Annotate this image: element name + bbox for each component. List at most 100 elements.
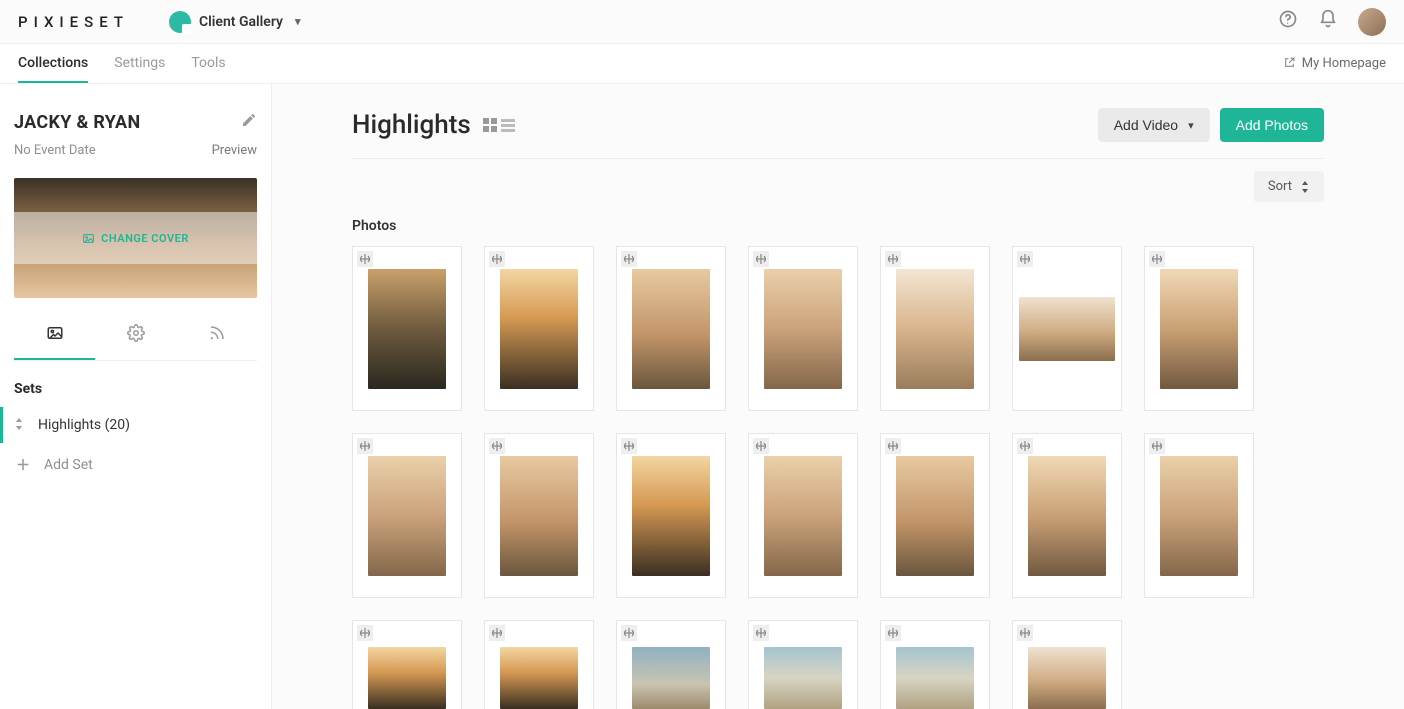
photo-thumbnail[interactable]	[1012, 246, 1122, 411]
photo-thumbnail[interactable]	[1012, 433, 1122, 598]
drag-handle-icon[interactable]	[357, 438, 373, 454]
tab-settings-gear[interactable]	[95, 312, 176, 360]
photo-image	[500, 456, 578, 576]
drag-handle-icon[interactable]	[357, 251, 373, 267]
drag-handle-icon[interactable]	[489, 251, 505, 267]
photo-thumbnail[interactable]	[352, 246, 462, 411]
photo-thumbnail[interactable]	[1144, 246, 1254, 411]
drag-handle-icon[interactable]	[489, 438, 505, 454]
sets-title: Sets	[14, 381, 257, 397]
photo-image	[1019, 297, 1115, 361]
navbar: Collections Settings Tools My Homepage	[0, 44, 1404, 84]
photo-image	[500, 269, 578, 389]
photo-thumbnail[interactable]	[352, 620, 462, 709]
drag-handle-icon[interactable]	[753, 625, 769, 641]
photo-image	[368, 269, 446, 389]
drag-handle-icon[interactable]	[885, 625, 901, 641]
drag-handle-icon[interactable]	[357, 625, 373, 641]
photo-thumbnail[interactable]	[484, 433, 594, 598]
cover-image[interactable]: CHANGE COVER	[14, 178, 257, 298]
photo-thumbnail[interactable]	[880, 433, 990, 598]
tab-photos[interactable]	[14, 312, 95, 360]
grid-view-icon[interactable]	[483, 118, 497, 132]
photo-thumbnail[interactable]	[484, 620, 594, 709]
photo-image	[896, 456, 974, 576]
photo-image	[764, 647, 842, 709]
drag-handle-icon[interactable]	[753, 251, 769, 267]
chevron-down-icon: ▾	[295, 15, 301, 28]
main: JACKY & RYAN No Event Date Preview CHANG…	[0, 84, 1404, 709]
photos-section-label: Photos	[352, 218, 1324, 234]
photo-thumbnail[interactable]	[880, 620, 990, 709]
list-view-icon[interactable]	[501, 118, 515, 132]
sort-button[interactable]: Sort	[1254, 171, 1324, 202]
avatar[interactable]	[1358, 8, 1386, 36]
drag-handle-icon[interactable]	[1017, 625, 1033, 641]
sidebar-header: JACKY & RYAN	[14, 112, 257, 133]
view-toggle	[483, 118, 515, 132]
app-switcher[interactable]: Client Gallery ▾	[169, 11, 300, 33]
add-set-button[interactable]: ＋ Add Set	[14, 443, 257, 487]
head-actions: Add Video ▾ Add Photos	[1098, 108, 1324, 142]
chevron-down-icon: ▾	[1188, 119, 1194, 132]
photo-image	[632, 456, 710, 576]
nav-tab-settings[interactable]: Settings	[114, 45, 165, 83]
drag-handle-icon[interactable]	[1017, 438, 1033, 454]
drag-handle-icon[interactable]	[621, 251, 637, 267]
nav-tab-tools[interactable]: Tools	[191, 45, 225, 83]
set-title-label: Highlights	[352, 110, 471, 140]
photo-image	[1160, 456, 1238, 576]
help-icon[interactable]	[1278, 9, 1298, 34]
photo-image	[764, 456, 842, 576]
preview-link[interactable]: Preview	[212, 143, 257, 158]
tab-feed[interactable]	[176, 312, 257, 360]
drag-handle-icon[interactable]	[1149, 438, 1165, 454]
photo-thumbnail[interactable]	[748, 246, 858, 411]
photo-image	[368, 456, 446, 576]
brand-logo[interactable]: PIXIESET	[18, 13, 129, 31]
drag-handle-icon[interactable]	[885, 438, 901, 454]
drag-handle-icon[interactable]	[621, 625, 637, 641]
change-cover-button[interactable]: CHANGE COVER	[82, 232, 189, 245]
photo-thumbnail[interactable]	[1012, 620, 1122, 709]
app-switcher-label: Client Gallery	[199, 14, 283, 30]
photo-thumbnail[interactable]	[616, 246, 726, 411]
photo-thumbnail[interactable]	[616, 620, 726, 709]
photo-image	[368, 647, 446, 709]
set-title: Highlights	[352, 110, 515, 140]
add-photos-label: Add Photos	[1236, 117, 1308, 133]
content-head: Highlights Add Video ▾ Add Photos	[352, 108, 1324, 159]
pencil-icon[interactable]	[241, 112, 257, 132]
set-item-highlights[interactable]: Highlights (20)	[0, 407, 257, 443]
photo-image	[1028, 647, 1106, 709]
add-video-button[interactable]: Add Video ▾	[1098, 108, 1210, 142]
photo-thumbnail[interactable]	[484, 246, 594, 411]
photo-image	[764, 269, 842, 389]
add-set-label: Add Set	[44, 457, 93, 473]
add-photos-button[interactable]: Add Photos	[1220, 108, 1324, 142]
photo-thumbnail[interactable]	[880, 246, 990, 411]
photo-thumbnail[interactable]	[616, 433, 726, 598]
sort-handle-icon[interactable]	[14, 418, 24, 433]
drag-handle-icon[interactable]	[489, 625, 505, 641]
nav-tab-collections[interactable]: Collections	[18, 45, 88, 83]
drag-handle-icon[interactable]	[1149, 251, 1165, 267]
photo-thumbnail[interactable]	[748, 433, 858, 598]
external-link-icon	[1283, 56, 1296, 72]
drag-handle-icon[interactable]	[1017, 251, 1033, 267]
photo-image	[896, 269, 974, 389]
drag-handle-icon[interactable]	[621, 438, 637, 454]
bell-icon[interactable]	[1318, 9, 1338, 34]
drag-handle-icon[interactable]	[753, 438, 769, 454]
app-switcher-icon	[169, 11, 191, 33]
photo-image	[1028, 456, 1106, 576]
photo-thumbnail[interactable]	[1144, 433, 1254, 598]
photo-thumbnail[interactable]	[748, 620, 858, 709]
sidebar-tabs	[14, 312, 257, 361]
set-item-label: Highlights (20)	[38, 417, 130, 433]
my-homepage-label: My Homepage	[1302, 56, 1386, 71]
photo-thumbnail[interactable]	[352, 433, 462, 598]
sort-label: Sort	[1268, 179, 1292, 194]
drag-handle-icon[interactable]	[885, 251, 901, 267]
my-homepage-link[interactable]: My Homepage	[1283, 56, 1386, 72]
